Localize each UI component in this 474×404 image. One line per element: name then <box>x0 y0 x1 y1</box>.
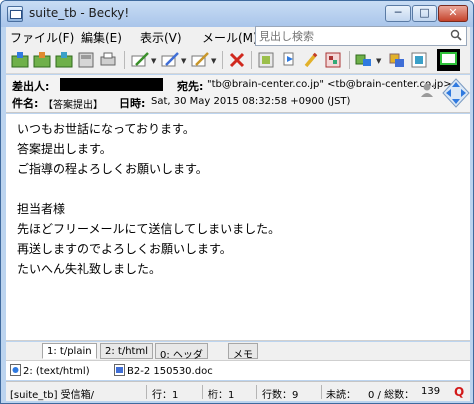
status-folder: [suite_tb] 受信箱/ <box>10 390 95 401</box>
tools-icon[interactable] <box>387 50 407 70</box>
menu-mail[interactable]: メール(M) <box>202 29 258 46</box>
menu-edit[interactable]: 編集(E) <box>81 29 122 46</box>
settings-icon[interactable] <box>323 50 343 70</box>
add-contact-icon[interactable]: + <box>420 82 436 98</box>
attachment-html[interactable]: 2: (text/html) <box>10 364 90 377</box>
navigation-arrows-icon[interactable] <box>442 78 470 108</box>
toolbar-separator <box>222 51 223 69</box>
status-separator <box>256 385 257 399</box>
tab-memo[interactable]: メモ <box>228 343 258 361</box>
attachment-bar: 2: (text/html) B2-2 150530.doc <box>6 360 470 380</box>
minimize-button[interactable]: ─ <box>385 5 411 22</box>
toolbar-separator <box>251 51 252 69</box>
app-icon <box>7 6 23 22</box>
status-lines: 行数：9 <box>262 390 299 401</box>
status-row: 行：1 <box>152 390 179 401</box>
help-icon[interactable] <box>409 50 429 70</box>
flag-icon[interactable] <box>279 50 299 70</box>
status-separator <box>202 385 203 399</box>
date-value: Sat, 30 May 2015 08:32:58 +0900 (JST) <box>151 96 351 107</box>
reply-dropdown-icon[interactable]: ▼ <box>181 57 188 65</box>
html-part-icon <box>10 364 21 376</box>
tab-plain[interactable]: 1: t/plain <box>42 343 97 359</box>
from-label: 差出人: <box>12 80 50 93</box>
maximize-button[interactable]: □ <box>412 5 437 22</box>
plugin-dropdown-icon[interactable]: ▼ <box>376 57 383 65</box>
forward-icon[interactable] <box>190 50 210 70</box>
word-document-icon <box>114 364 125 376</box>
body-line: たいへん失礼致しました。 <box>17 262 162 276</box>
status-total-count: 139 <box>421 386 441 397</box>
status-separator <box>321 385 322 399</box>
mail-window: suite_tb - Becky! ─ □ ✕ ファイル(F) 編集(E) 表示… <box>0 0 474 404</box>
becky-monitor-icon[interactable] <box>436 48 461 72</box>
status-unread: 未読： <box>326 390 356 401</box>
body-line: 担当者様 <box>17 202 66 216</box>
body-line: ご指導の程よろしくお願いします。 <box>17 162 208 176</box>
toolbar-separator <box>349 51 350 69</box>
forward-dropdown-icon[interactable]: ▼ <box>211 57 218 65</box>
to-value[interactable]: "tb@brain-center.co.jp" <tb@brain-center… <box>207 79 452 90</box>
tab-html[interactable]: 2: t/html <box>100 343 153 359</box>
reply-icon[interactable] <box>160 50 180 70</box>
attachment-doc[interactable]: B2-2 150530.doc <box>114 364 213 377</box>
search-icon[interactable] <box>450 29 462 41</box>
window-title: suite_tb - Becky! <box>29 6 130 20</box>
status-bar: [suite_tb] 受信箱/ 行：1 桁：1 行数：9 未読： 0 / 総数：… <box>6 381 470 401</box>
title-bar[interactable]: suite_tb - Becky! ─ □ ✕ <box>1 1 473 27</box>
body-line: 答案提出します。 <box>17 142 112 156</box>
subject-value: 【答案提出】 <box>43 100 103 111</box>
print-icon[interactable] <box>98 50 118 70</box>
subject-label: 件名: <box>12 97 39 110</box>
message-body[interactable]: いつもお世話になっております。 答案提出します。 ご指導の程よろしくお願いします… <box>6 114 470 341</box>
filter-icon[interactable] <box>256 50 276 70</box>
body-line: いつもお世話になっております。 <box>17 122 195 136</box>
menu-view[interactable]: 表示(V) <box>140 29 182 46</box>
delete-icon[interactable] <box>227 50 247 70</box>
plugin-icon[interactable] <box>354 50 374 70</box>
send-mail-icon[interactable] <box>32 50 52 70</box>
status-total-label: 0 / 総数： <box>368 390 415 401</box>
receive-mail-icon[interactable] <box>10 50 30 70</box>
part-tabs: 1: t/plain 2: t/html 0: ヘッダ メモ <box>6 342 470 361</box>
attachment-doc-label: B2-2 150530.doc <box>127 366 213 377</box>
sync-mail-icon[interactable] <box>54 50 74 70</box>
search-input[interactable] <box>256 27 436 45</box>
date-label: 日時: <box>119 97 146 110</box>
compose-dropdown-icon[interactable]: ▼ <box>151 57 158 65</box>
body-line: 再送しますのでよろしくお願いします。 <box>17 242 232 256</box>
toolbar-separator <box>124 51 125 69</box>
menu-file[interactable]: ファイル(F) <box>10 29 74 46</box>
close-button[interactable]: ✕ <box>438 5 468 22</box>
redacted-sender <box>60 78 163 91</box>
status-col: 桁：1 <box>208 390 235 401</box>
to-label: 宛先: <box>177 80 204 93</box>
compose-icon[interactable] <box>130 50 150 70</box>
status-separator <box>146 385 147 399</box>
message-header: 差出人: 宛先: "tb@brain-center.co.jp" <tb@bra… <box>6 75 470 113</box>
subject-search-box[interactable] <box>255 26 467 46</box>
edit-pencil-icon[interactable] <box>301 50 321 70</box>
attachment-html-label: 2: (text/html) <box>23 366 90 377</box>
toolbar: ▼ ▼ ▼ ▼ <box>6 47 470 74</box>
status-q-icon: Q <box>454 385 465 399</box>
body-line: 先ほどフリーメールにて送信してしまいました。 <box>17 222 281 236</box>
svg-text:+: + <box>431 82 436 90</box>
tab-header[interactable]: 0: ヘッダ <box>155 343 208 361</box>
address-book-icon[interactable] <box>76 50 96 70</box>
